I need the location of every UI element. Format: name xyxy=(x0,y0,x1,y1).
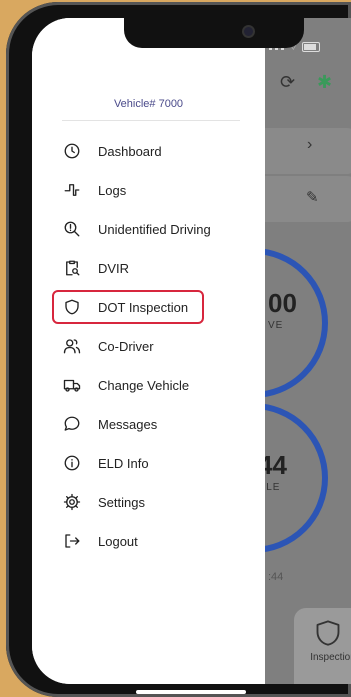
menu-item-label: Change Vehicle xyxy=(98,377,190,393)
menu-item-dvir[interactable]: DVIR xyxy=(62,255,232,281)
menu-item-label: Dashboard xyxy=(98,143,162,159)
time-text: :44 xyxy=(268,571,284,583)
menu-item-label: Unidentified Driving xyxy=(98,221,211,237)
bluetooth-icon[interactable]: ✱ xyxy=(317,72,332,93)
menu-item-label: ELD Info xyxy=(98,455,149,471)
gear-icon xyxy=(62,492,82,512)
menu-item-label: DOT Inspection xyxy=(98,299,189,315)
refresh-icon[interactable]: ⟳ xyxy=(280,72,295,93)
phone-frame: ⌔ ⟳ ✱ › ✎ 00 VE 44 CLE :44 Inspection Ve… xyxy=(6,2,351,697)
menu-item-label: DVIR xyxy=(98,260,130,276)
menu-item-label: Logs xyxy=(98,182,127,198)
menu-item-logs[interactable]: Logs xyxy=(62,177,232,203)
menu-item-dashboard[interactable]: Dashboard xyxy=(62,138,232,164)
logs-icon xyxy=(62,180,82,200)
info-icon xyxy=(62,453,82,473)
menu-item-settings[interactable]: Settings xyxy=(62,489,232,515)
menu-item-unidentified-driving[interactable]: Unidentified Driving xyxy=(62,216,232,242)
shield-icon xyxy=(316,620,340,646)
inspection-tab-label: Inspection xyxy=(310,652,351,663)
search-alert-icon xyxy=(62,219,82,239)
menu-item-label: Co-Driver xyxy=(98,338,154,354)
shield-icon xyxy=(62,297,82,317)
phone-screen: ⌔ ⟳ ✱ › ✎ 00 VE 44 CLE :44 Inspection Ve… xyxy=(32,18,351,684)
edit-icon[interactable]: ✎ xyxy=(306,188,319,206)
menu-item-dot-inspection[interactable]: DOT Inspection xyxy=(62,294,232,320)
menu-item-label: Messages xyxy=(98,416,158,432)
inspection-tab[interactable]: Inspection xyxy=(294,608,351,684)
clipboard-search-icon xyxy=(62,258,82,278)
menu-item-label: Logout xyxy=(98,533,138,549)
message-icon xyxy=(62,414,82,434)
battery-icon xyxy=(302,42,321,52)
users-icon xyxy=(62,336,82,356)
navigation-drawer: Vehicle# 7000 Dashboard Logs Unidentifie… xyxy=(32,18,265,684)
menu-item-co-driver[interactable]: Co-Driver xyxy=(62,333,232,359)
drive-timer-value: 00 xyxy=(268,288,297,318)
vehicle-label: Vehicle# 7000 xyxy=(113,98,184,110)
camera-dot xyxy=(244,27,253,36)
chevron-right-icon[interactable]: › xyxy=(307,136,312,154)
clock-icon xyxy=(62,141,82,161)
menu-item-logout[interactable]: Logout xyxy=(62,528,232,554)
logout-icon xyxy=(62,531,82,551)
divider xyxy=(62,120,240,121)
menu-item-eld-info[interactable]: ELD Info xyxy=(62,450,232,476)
menu-item-label: Settings xyxy=(98,494,145,510)
menu-item-messages[interactable]: Messages xyxy=(62,411,232,437)
home-indicator[interactable] xyxy=(136,690,246,694)
menu-item-change-vehicle[interactable]: Change Vehicle xyxy=(62,372,232,398)
truck-icon xyxy=(62,375,82,395)
drive-timer-label: VE xyxy=(268,320,284,331)
notch xyxy=(124,18,304,48)
